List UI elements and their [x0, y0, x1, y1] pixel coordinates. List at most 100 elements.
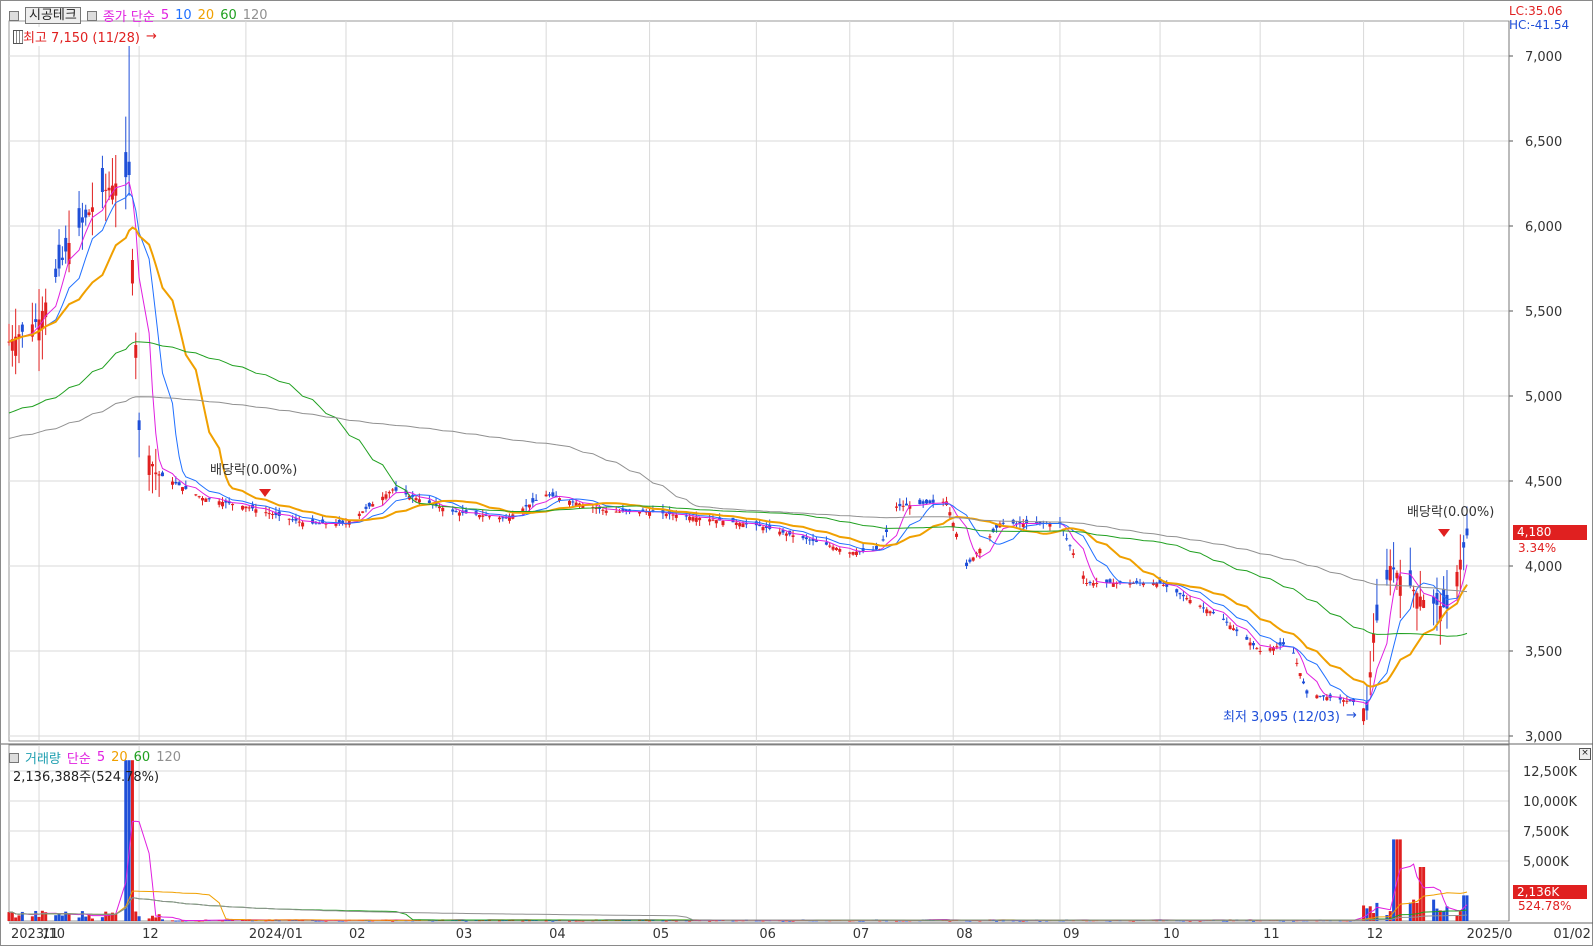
volume-bar — [104, 911, 108, 921]
candle-body — [1385, 569, 1389, 580]
candle-body — [988, 536, 992, 538]
volume-bar — [978, 920, 982, 922]
volume-bar — [134, 911, 138, 921]
candle-body — [791, 535, 795, 537]
candle-body — [1181, 594, 1185, 597]
y-tick-label: 4,500 — [1525, 475, 1562, 490]
volume-bar — [464, 920, 468, 922]
volume-bar — [661, 920, 665, 922]
candle-body — [804, 537, 808, 540]
candle-body — [1071, 553, 1075, 555]
candle-body — [134, 345, 138, 358]
volume-bar — [14, 917, 18, 921]
volume-menu-icon[interactable] — [9, 752, 19, 763]
candle-body — [1091, 583, 1095, 586]
candle-body — [1188, 600, 1192, 604]
volume-header: 거래량 단순 5 20 60 120 — [9, 748, 181, 767]
candle-body — [1221, 618, 1225, 620]
x-tick-label: 07 — [853, 927, 870, 942]
candle-body — [364, 506, 368, 509]
candle-body — [124, 152, 128, 178]
volume-bar — [1458, 911, 1462, 921]
volume-bar — [1422, 867, 1426, 921]
candle-body — [648, 511, 652, 516]
candle-body — [881, 539, 885, 541]
candle-body — [154, 472, 158, 475]
ma-toggle-icon[interactable] — [86, 10, 97, 21]
volume-close-icon[interactable]: × — [1579, 748, 1591, 760]
volume-bar — [551, 920, 555, 922]
volume-bar — [277, 920, 281, 922]
volume-bar — [17, 915, 21, 921]
volume-bar — [147, 918, 151, 921]
candle-body — [414, 498, 418, 501]
current-volume-text: 2,136,388주(524.78%) — [13, 770, 160, 785]
volume-bar — [574, 920, 578, 922]
y-tick-label: 4,000 — [1525, 560, 1562, 575]
candle-body — [671, 514, 675, 516]
volume-bar — [1398, 839, 1402, 921]
candle-body — [778, 531, 782, 535]
ma-10: 10 — [175, 8, 192, 23]
current-volume-value: 2,136K — [1517, 885, 1560, 899]
candle-body — [1362, 708, 1366, 722]
panel-menu-icon[interactable] — [9, 10, 19, 21]
dividend-label-1: 배당락(0.00%) — [210, 463, 298, 478]
volume-bar — [1251, 920, 1255, 922]
candle-body — [614, 511, 618, 513]
volume-bar — [1038, 920, 1042, 922]
volume-bar — [20, 911, 24, 921]
candle-body — [831, 546, 835, 550]
candle-body — [534, 499, 538, 501]
candle-body — [201, 498, 205, 501]
volume-bar — [521, 920, 525, 922]
volume-bar — [7, 912, 11, 921]
volume-bar — [314, 920, 318, 922]
candle-body — [971, 557, 975, 561]
candle-body — [1302, 681, 1306, 684]
candle-body — [965, 562, 969, 566]
candle-body — [20, 324, 24, 332]
current-volume-pct: 524.78% — [1518, 899, 1572, 913]
candle-body — [664, 513, 668, 517]
candle-body — [948, 512, 952, 516]
candle-body — [1258, 651, 1262, 652]
candle-body — [1111, 583, 1115, 587]
x-tick-label: 10 — [1163, 927, 1180, 942]
candle-body — [441, 507, 445, 512]
volume-bar — [781, 920, 785, 922]
candle-body — [955, 533, 959, 537]
x-tick-label: 2025/0 — [1467, 927, 1513, 942]
candle-body — [427, 500, 431, 504]
candle-body — [1081, 575, 1085, 579]
ma-60: 60 — [220, 8, 237, 23]
candle-body — [487, 516, 491, 518]
ma-5: 5 — [160, 8, 170, 23]
volume-bar — [34, 910, 38, 921]
volume-bar — [754, 920, 758, 922]
candle-body — [1185, 598, 1189, 600]
candle-body — [60, 257, 64, 260]
candle-body — [741, 523, 745, 528]
candle-body — [174, 481, 178, 484]
lc-hc: LC:35.06 HC:-41.54 — [1509, 4, 1569, 32]
candle-body — [1208, 611, 1212, 614]
candle-body — [180, 487, 184, 491]
low-arrow-icon: → — [1346, 708, 1357, 723]
x-tick-label: 08 — [956, 927, 973, 942]
volume-bar — [1465, 895, 1469, 921]
volume-bar — [497, 920, 501, 922]
x-tick-label: 2024/01 — [249, 927, 303, 942]
candle-body — [454, 511, 458, 513]
volume-bar — [1432, 899, 1436, 921]
candle-body — [271, 514, 275, 516]
volume-title: 거래량 — [25, 752, 61, 767]
candle-body — [207, 498, 211, 500]
candle-body — [547, 494, 551, 496]
volume-bar — [114, 913, 118, 921]
stock-name[interactable]: 시공테크 — [25, 7, 81, 24]
candle-body — [1235, 629, 1239, 632]
volume-bar — [90, 918, 94, 921]
x-tick-label: 06 — [759, 927, 776, 942]
x-tick-label: 12 — [1367, 927, 1384, 942]
